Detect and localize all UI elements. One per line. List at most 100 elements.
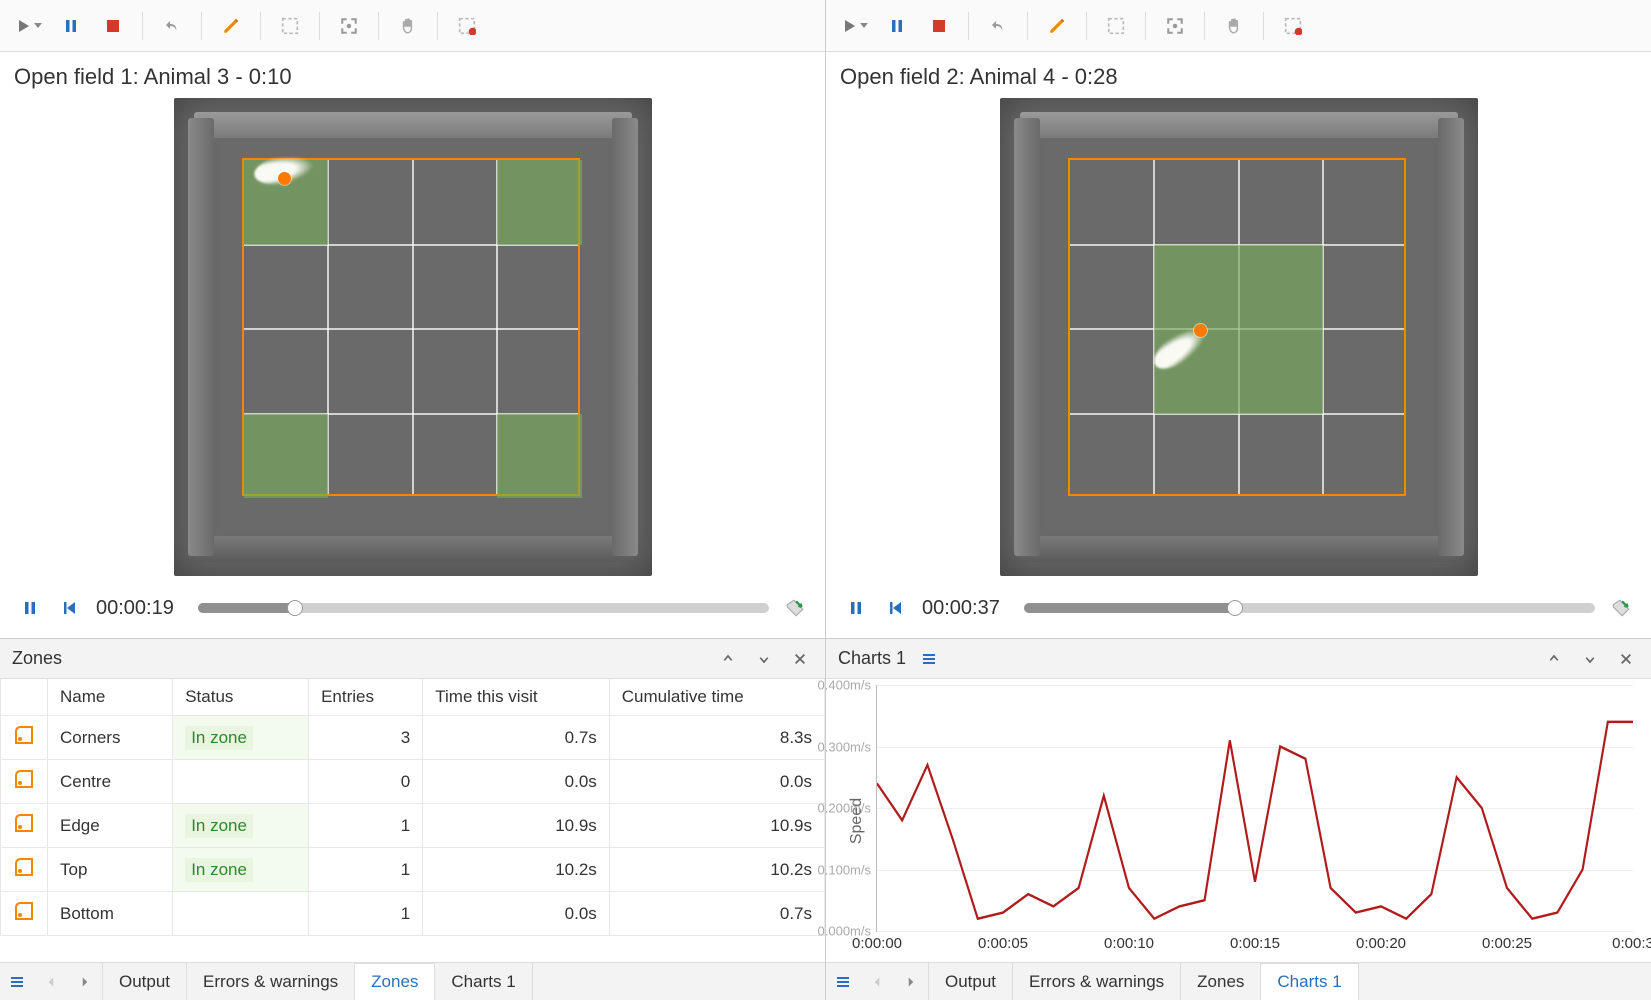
table-row[interactable]: Bottom10.0s0.7s bbox=[1, 892, 825, 936]
column-header[interactable]: Entries bbox=[309, 679, 423, 716]
tab-errors-warnings[interactable]: Errors & warnings bbox=[186, 963, 354, 1000]
table-row[interactable]: TopIn zone110.2s10.2s bbox=[1, 848, 825, 892]
zone-visit-time: 0.0s bbox=[423, 892, 610, 936]
video-view bbox=[826, 98, 1651, 584]
record-region-button[interactable] bbox=[448, 7, 486, 45]
tabs-scroll-right[interactable] bbox=[894, 963, 928, 1000]
play-dropdown-caret[interactable] bbox=[860, 23, 868, 28]
play-button[interactable] bbox=[836, 7, 874, 45]
skip-start-button[interactable] bbox=[56, 594, 84, 622]
chart-ytick: 0.200m/s bbox=[818, 801, 877, 816]
pause-button[interactable] bbox=[52, 7, 90, 45]
panel-1: Open field 1: Animal 3 - 0:1000:00:19Zon… bbox=[0, 0, 826, 1000]
zone-icon bbox=[1, 848, 48, 892]
video-view bbox=[0, 98, 825, 584]
zone-entries: 1 bbox=[309, 848, 423, 892]
column-header[interactable]: Name bbox=[48, 679, 173, 716]
tab-errors-warnings[interactable]: Errors & warnings bbox=[1012, 963, 1180, 1000]
zone-name: Top bbox=[48, 848, 173, 892]
stop-button[interactable] bbox=[920, 7, 958, 45]
tab-output[interactable]: Output bbox=[928, 963, 1012, 1000]
zone-entries: 1 bbox=[309, 804, 423, 848]
play-dropdown-caret[interactable] bbox=[34, 23, 42, 28]
chart-plot[interactable]: 0.000m/s0.100m/s0.200m/s0.300m/s0.400m/s… bbox=[876, 685, 1633, 932]
table-row[interactable]: CornersIn zone30.7s8.3s bbox=[1, 716, 825, 760]
pane-title: Zones bbox=[12, 648, 62, 669]
stop-button[interactable] bbox=[94, 7, 132, 45]
column-header[interactable]: Cumulative time bbox=[609, 679, 824, 716]
close-icon[interactable] bbox=[787, 646, 813, 672]
record-region-button[interactable] bbox=[1274, 7, 1312, 45]
playback-slider[interactable] bbox=[198, 600, 769, 616]
column-header[interactable]: Time this visit bbox=[423, 679, 610, 716]
chart-xtick: 0:00:15 bbox=[1230, 931, 1280, 952]
zone-visit-time: 10.2s bbox=[423, 848, 610, 892]
pane-header: Charts 1 bbox=[826, 639, 1651, 679]
tab-zones[interactable]: Zones bbox=[354, 963, 434, 1000]
zone-entries: 0 bbox=[309, 760, 423, 804]
select-region-button[interactable] bbox=[1097, 7, 1135, 45]
tabs-scroll-right[interactable] bbox=[68, 963, 102, 1000]
zone-icon bbox=[1, 760, 48, 804]
tab-output[interactable]: Output bbox=[102, 963, 186, 1000]
skip-start-button[interactable] bbox=[882, 594, 910, 622]
tabs-menu-icon[interactable] bbox=[826, 963, 860, 1000]
arena[interactable] bbox=[174, 98, 652, 576]
chart-xtick: 0:00:05 bbox=[978, 931, 1028, 952]
pause-button[interactable] bbox=[878, 7, 916, 45]
draw-button[interactable] bbox=[212, 7, 250, 45]
chart-xtick: 0:00:20 bbox=[1356, 931, 1406, 952]
select-region-button[interactable] bbox=[271, 7, 309, 45]
zone-icon bbox=[1, 892, 48, 936]
tab-charts-1[interactable]: Charts 1 bbox=[1260, 963, 1358, 1000]
pause-playback-button[interactable] bbox=[842, 594, 870, 622]
play-button[interactable] bbox=[10, 7, 48, 45]
zone-visit-time: 0.7s bbox=[423, 716, 610, 760]
fit-button[interactable] bbox=[330, 7, 368, 45]
zone-entries: 3 bbox=[309, 716, 423, 760]
draw-button[interactable] bbox=[1038, 7, 1076, 45]
chart-xtick: 0:00:00 bbox=[852, 931, 902, 952]
zones-table: NameStatusEntriesTime this visitCumulati… bbox=[0, 679, 825, 936]
chart-menu-icon[interactable] bbox=[916, 646, 942, 672]
tab-zones[interactable]: Zones bbox=[1180, 963, 1260, 1000]
column-header[interactable]: Status bbox=[173, 679, 309, 716]
pane-title: Charts 1 bbox=[838, 648, 906, 669]
chart-ytick: 0.400m/s bbox=[818, 678, 877, 693]
timecode: 00:00:19 bbox=[96, 597, 186, 620]
playback-bar: 00:00:19 bbox=[0, 584, 825, 638]
zone-cumulative-time: 0.7s bbox=[609, 892, 824, 936]
panel-2: Open field 2: Animal 4 - 0:2800:00:37Cha… bbox=[826, 0, 1651, 1000]
zone-name: Edge bbox=[48, 804, 173, 848]
tracking-dot bbox=[278, 172, 291, 185]
tabs-menu-icon[interactable] bbox=[0, 963, 34, 1000]
undo-button[interactable] bbox=[153, 7, 191, 45]
collapse-up-icon[interactable] bbox=[715, 646, 741, 672]
table-row[interactable]: EdgeIn zone110.9s10.9s bbox=[1, 804, 825, 848]
table-row[interactable]: Centre00.0s0.0s bbox=[1, 760, 825, 804]
undo-button[interactable] bbox=[979, 7, 1017, 45]
tabs-scroll-left[interactable] bbox=[860, 963, 894, 1000]
expand-down-icon[interactable] bbox=[751, 646, 777, 672]
close-icon[interactable] bbox=[1613, 646, 1639, 672]
zone-status bbox=[173, 760, 309, 804]
tab-charts-1[interactable]: Charts 1 bbox=[434, 963, 532, 1000]
pause-playback-button[interactable] bbox=[16, 594, 44, 622]
zone-icon bbox=[1, 804, 48, 848]
tag-button[interactable] bbox=[1607, 594, 1635, 622]
playback-slider[interactable] bbox=[1024, 600, 1595, 616]
fit-button[interactable] bbox=[1156, 7, 1194, 45]
pan-button[interactable] bbox=[1215, 7, 1253, 45]
collapse-up-icon[interactable] bbox=[1541, 646, 1567, 672]
arena[interactable] bbox=[1000, 98, 1478, 576]
timecode: 00:00:37 bbox=[922, 597, 1012, 620]
zone-frame bbox=[242, 158, 580, 496]
chart-xtick: 0:00:10 bbox=[1104, 931, 1154, 952]
tabs-scroll-left[interactable] bbox=[34, 963, 68, 1000]
zone-icon bbox=[1, 716, 48, 760]
tag-button[interactable] bbox=[781, 594, 809, 622]
tabs-bar: OutputErrors & warningsZonesCharts 1 bbox=[826, 962, 1651, 1000]
pan-button[interactable] bbox=[389, 7, 427, 45]
zone-status bbox=[173, 892, 309, 936]
expand-down-icon[interactable] bbox=[1577, 646, 1603, 672]
